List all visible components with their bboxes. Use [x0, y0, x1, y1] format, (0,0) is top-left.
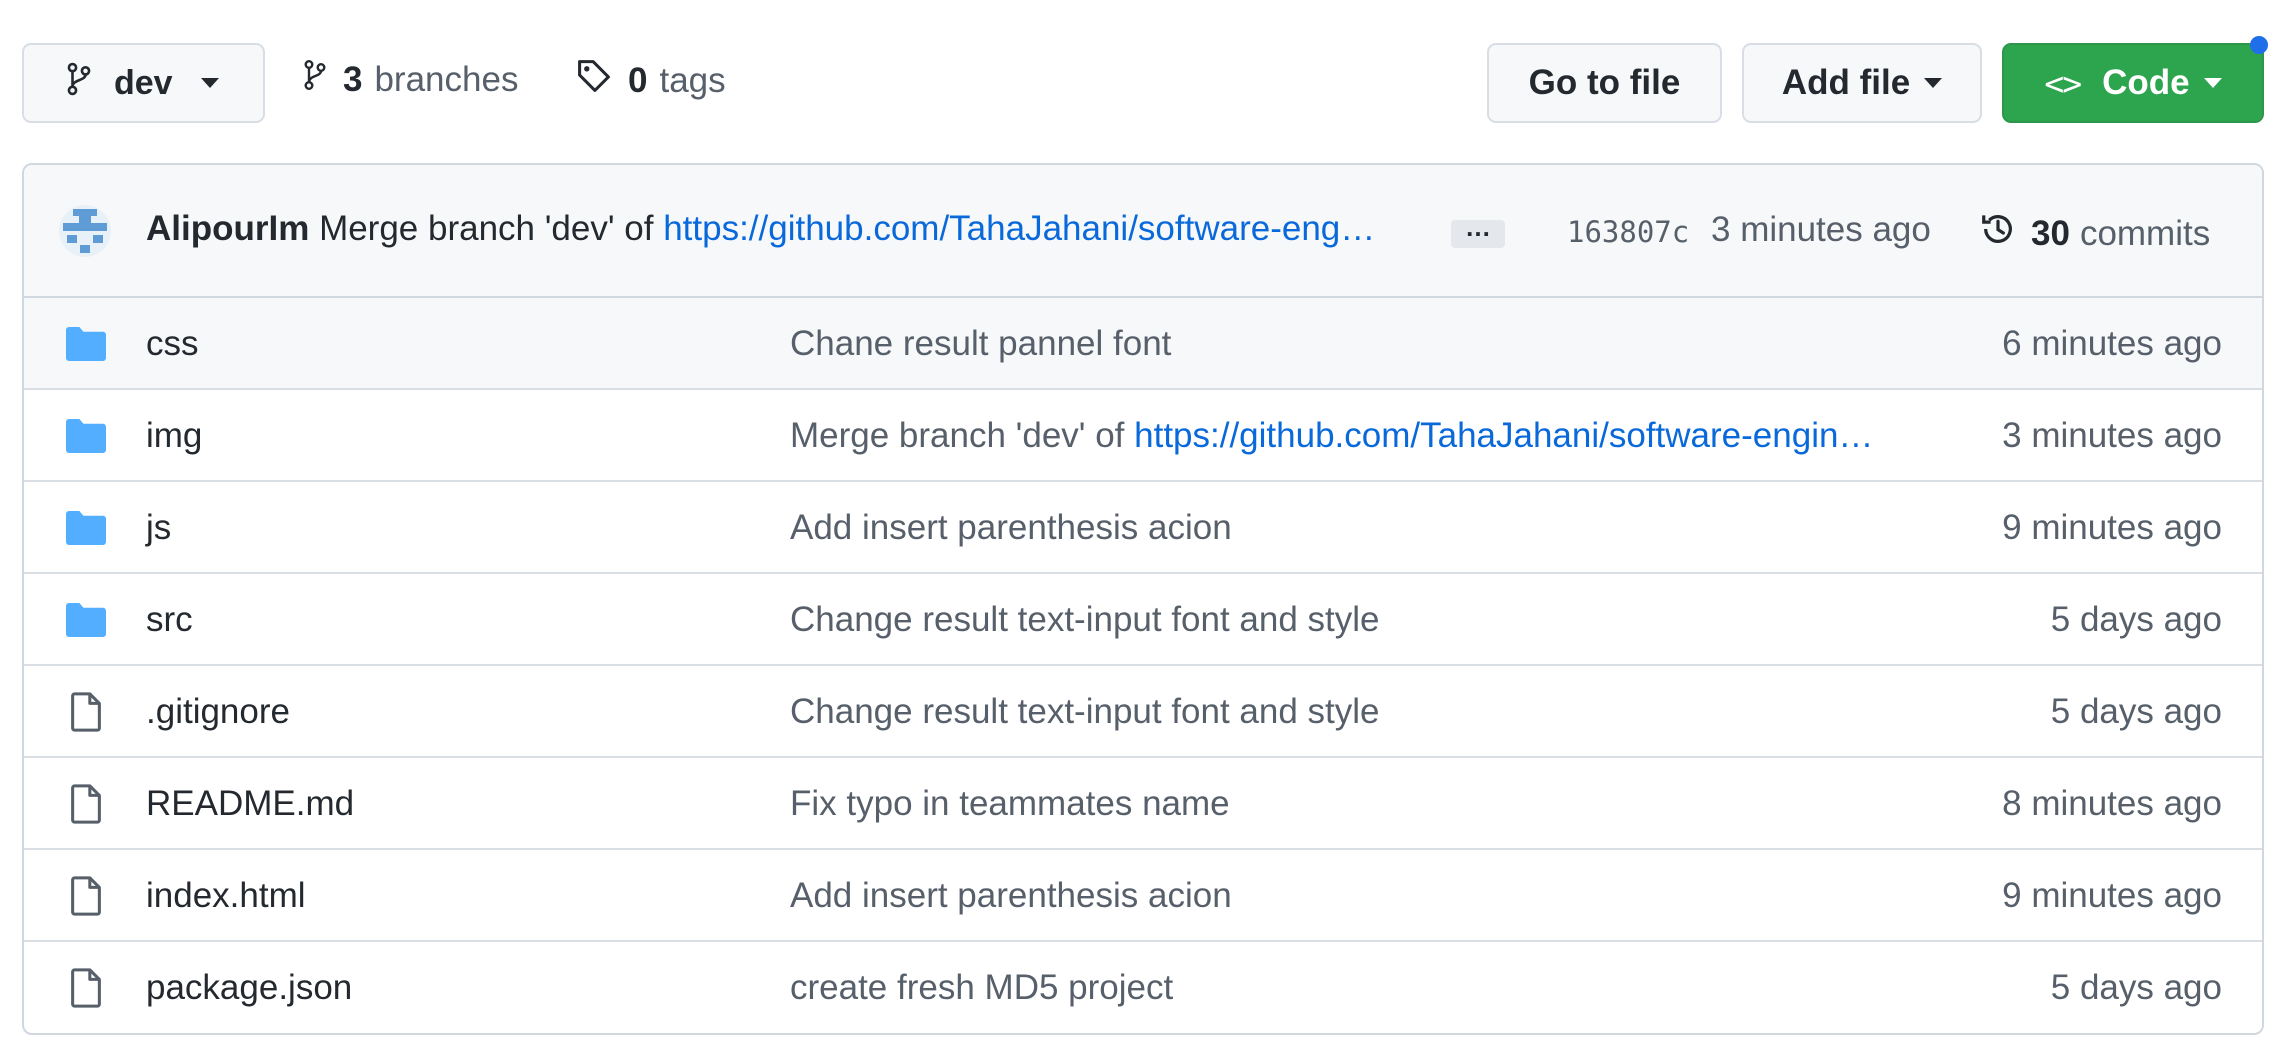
- file-name-link[interactable]: js: [146, 508, 171, 548]
- file-commit-message: Fix typo in teammates name: [790, 784, 1950, 824]
- notification-dot: [2250, 36, 2268, 54]
- folder-icon: [64, 599, 108, 639]
- file-row[interactable]: README.md Fix typo in teammates name 8 min…: [24, 758, 2262, 850]
- file-icon: [64, 967, 108, 1008]
- git-branch-icon: [303, 58, 327, 101]
- history-icon: [1979, 210, 2017, 257]
- file-commit-message: Add insert parenthesis acion: [790, 876, 1950, 916]
- file-icon: [64, 875, 108, 916]
- branches-count: 3: [343, 59, 363, 99]
- file-commit-message: Change result text-input font and style: [790, 600, 1950, 640]
- branch-select-button[interactable]: dev: [22, 43, 265, 123]
- chevron-down-icon: [1924, 78, 1943, 88]
- branch-name: dev: [114, 63, 173, 102]
- file-commit-message: Chane result pannel font: [790, 324, 1950, 364]
- add-file-label: Add file: [1781, 63, 1911, 102]
- file-commit-time: 5 days ago: [2050, 968, 2222, 1007]
- file-row[interactable]: index.html Add insert parenthesis acion 9 …: [24, 850, 2262, 942]
- file-commit-time: 9 minutes ago: [2002, 508, 2222, 547]
- file-icon: [64, 691, 108, 732]
- file-row[interactable]: src Change result text-input font and sty…: [24, 574, 2262, 666]
- commit-author[interactable]: AlipourIm: [146, 209, 309, 248]
- add-file-button[interactable]: Add file: [1742, 43, 1982, 123]
- file-commit-time: 5 days ago: [2050, 692, 2222, 731]
- branches-label: branches: [374, 59, 519, 99]
- file-commit-time: 9 minutes ago: [2002, 876, 2222, 915]
- chevron-down-icon: [2203, 78, 2222, 88]
- file-commit-message-link[interactable]: https://github.com/TahaJahani/software-e…: [1134, 416, 1873, 455]
- code-icon: <>: [2044, 63, 2082, 103]
- tags-count: 0: [628, 60, 648, 100]
- code-label: Code: [2102, 63, 2190, 102]
- file-commit-time: 8 minutes ago: [2002, 784, 2222, 823]
- file-name-link[interactable]: img: [146, 416, 202, 456]
- file-commit-message: Add insert parenthesis acion: [790, 508, 1950, 548]
- commit-message-prefix[interactable]: Merge branch 'dev' of: [319, 209, 653, 248]
- folder-icon: [64, 323, 108, 363]
- latest-commit-bar: AlipourIm Merge branch 'dev' of https://…: [24, 165, 2262, 298]
- file-list: css Chane result pannel font 6 minutes ago…: [24, 298, 2262, 1033]
- file-commit-message-text[interactable]: Merge branch 'dev' of: [790, 416, 1124, 455]
- folder-icon: [64, 507, 108, 547]
- file-name-link[interactable]: .gitignore: [146, 692, 290, 732]
- go-to-file-button[interactable]: Go to file: [1487, 43, 1722, 123]
- tags-link[interactable]: 0 tags: [576, 58, 726, 103]
- file-row[interactable]: js Add insert parenthesis acion 9 minutes …: [24, 482, 2262, 574]
- file-browser: AlipourIm Merge branch 'dev' of https://…: [22, 163, 2264, 1035]
- file-row[interactable]: img Merge branch 'dev' of https://github.…: [24, 390, 2262, 482]
- branches-link[interactable]: 3 branches: [303, 58, 518, 101]
- file-icon: [64, 783, 108, 824]
- file-commit-message-text[interactable]: Chane result pannel font: [790, 324, 1171, 363]
- chevron-down-icon: [200, 78, 219, 88]
- file-row[interactable]: package.json create fresh MD5 project 5 da…: [24, 942, 2262, 1033]
- commit-message-link[interactable]: https://github.com/TahaJahani/software-e…: [663, 209, 1375, 248]
- code-button[interactable]: <> Code: [2002, 43, 2264, 123]
- commits-label: commits: [2079, 213, 2211, 253]
- commit-sha[interactable]: 163807c: [1567, 215, 1689, 249]
- folder-icon: [64, 415, 108, 455]
- repo-toolbar: dev 3 branches 0 tags Go to file Add fil…: [0, 0, 2278, 164]
- file-commit-time: 6 minutes ago: [2002, 324, 2222, 363]
- file-row[interactable]: css Chane result pannel font 6 minutes ago: [24, 298, 2262, 390]
- commit-time: 3 minutes ago: [1711, 210, 1931, 249]
- file-commit-message-text[interactable]: Add insert parenthesis acion: [790, 876, 1232, 915]
- expand-commit-button[interactable]: …: [1451, 214, 1505, 248]
- git-branch-icon: [66, 62, 92, 105]
- file-name-link[interactable]: README.md: [146, 784, 354, 824]
- file-commit-message: create fresh MD5 project: [790, 968, 1950, 1008]
- avatar[interactable]: [59, 205, 111, 257]
- file-commit-message-text[interactable]: Change result text-input font and style: [790, 600, 1380, 639]
- file-row[interactable]: .gitignore Change result text-input font …: [24, 666, 2262, 758]
- tag-icon: [576, 58, 612, 103]
- file-commit-message-text[interactable]: Change result text-input font and style: [790, 692, 1380, 731]
- file-commit-message: Merge branch 'dev' of https://github.com…: [790, 416, 1950, 456]
- commits-history-link[interactable]: 30 commits: [1979, 210, 2210, 257]
- file-commit-time: 3 minutes ago: [2002, 416, 2222, 455]
- commits-count: 30: [2031, 213, 2070, 253]
- file-commit-message-text[interactable]: create fresh MD5 project: [790, 968, 1173, 1007]
- tags-label: tags: [659, 60, 726, 100]
- file-name-link[interactable]: src: [146, 600, 193, 640]
- file-commit-time: 5 days ago: [2050, 600, 2222, 639]
- file-commit-message: Change result text-input font and style: [790, 692, 1950, 732]
- latest-commit-message: AlipourIm Merge branch 'dev' of https://…: [146, 209, 1375, 249]
- file-name-link[interactable]: css: [146, 324, 199, 364]
- file-commit-message-text[interactable]: Fix typo in teammates name: [790, 784, 1230, 823]
- file-name-link[interactable]: package.json: [146, 968, 352, 1008]
- file-commit-message-text[interactable]: Add insert parenthesis acion: [790, 508, 1232, 547]
- file-name-link[interactable]: index.html: [146, 876, 306, 916]
